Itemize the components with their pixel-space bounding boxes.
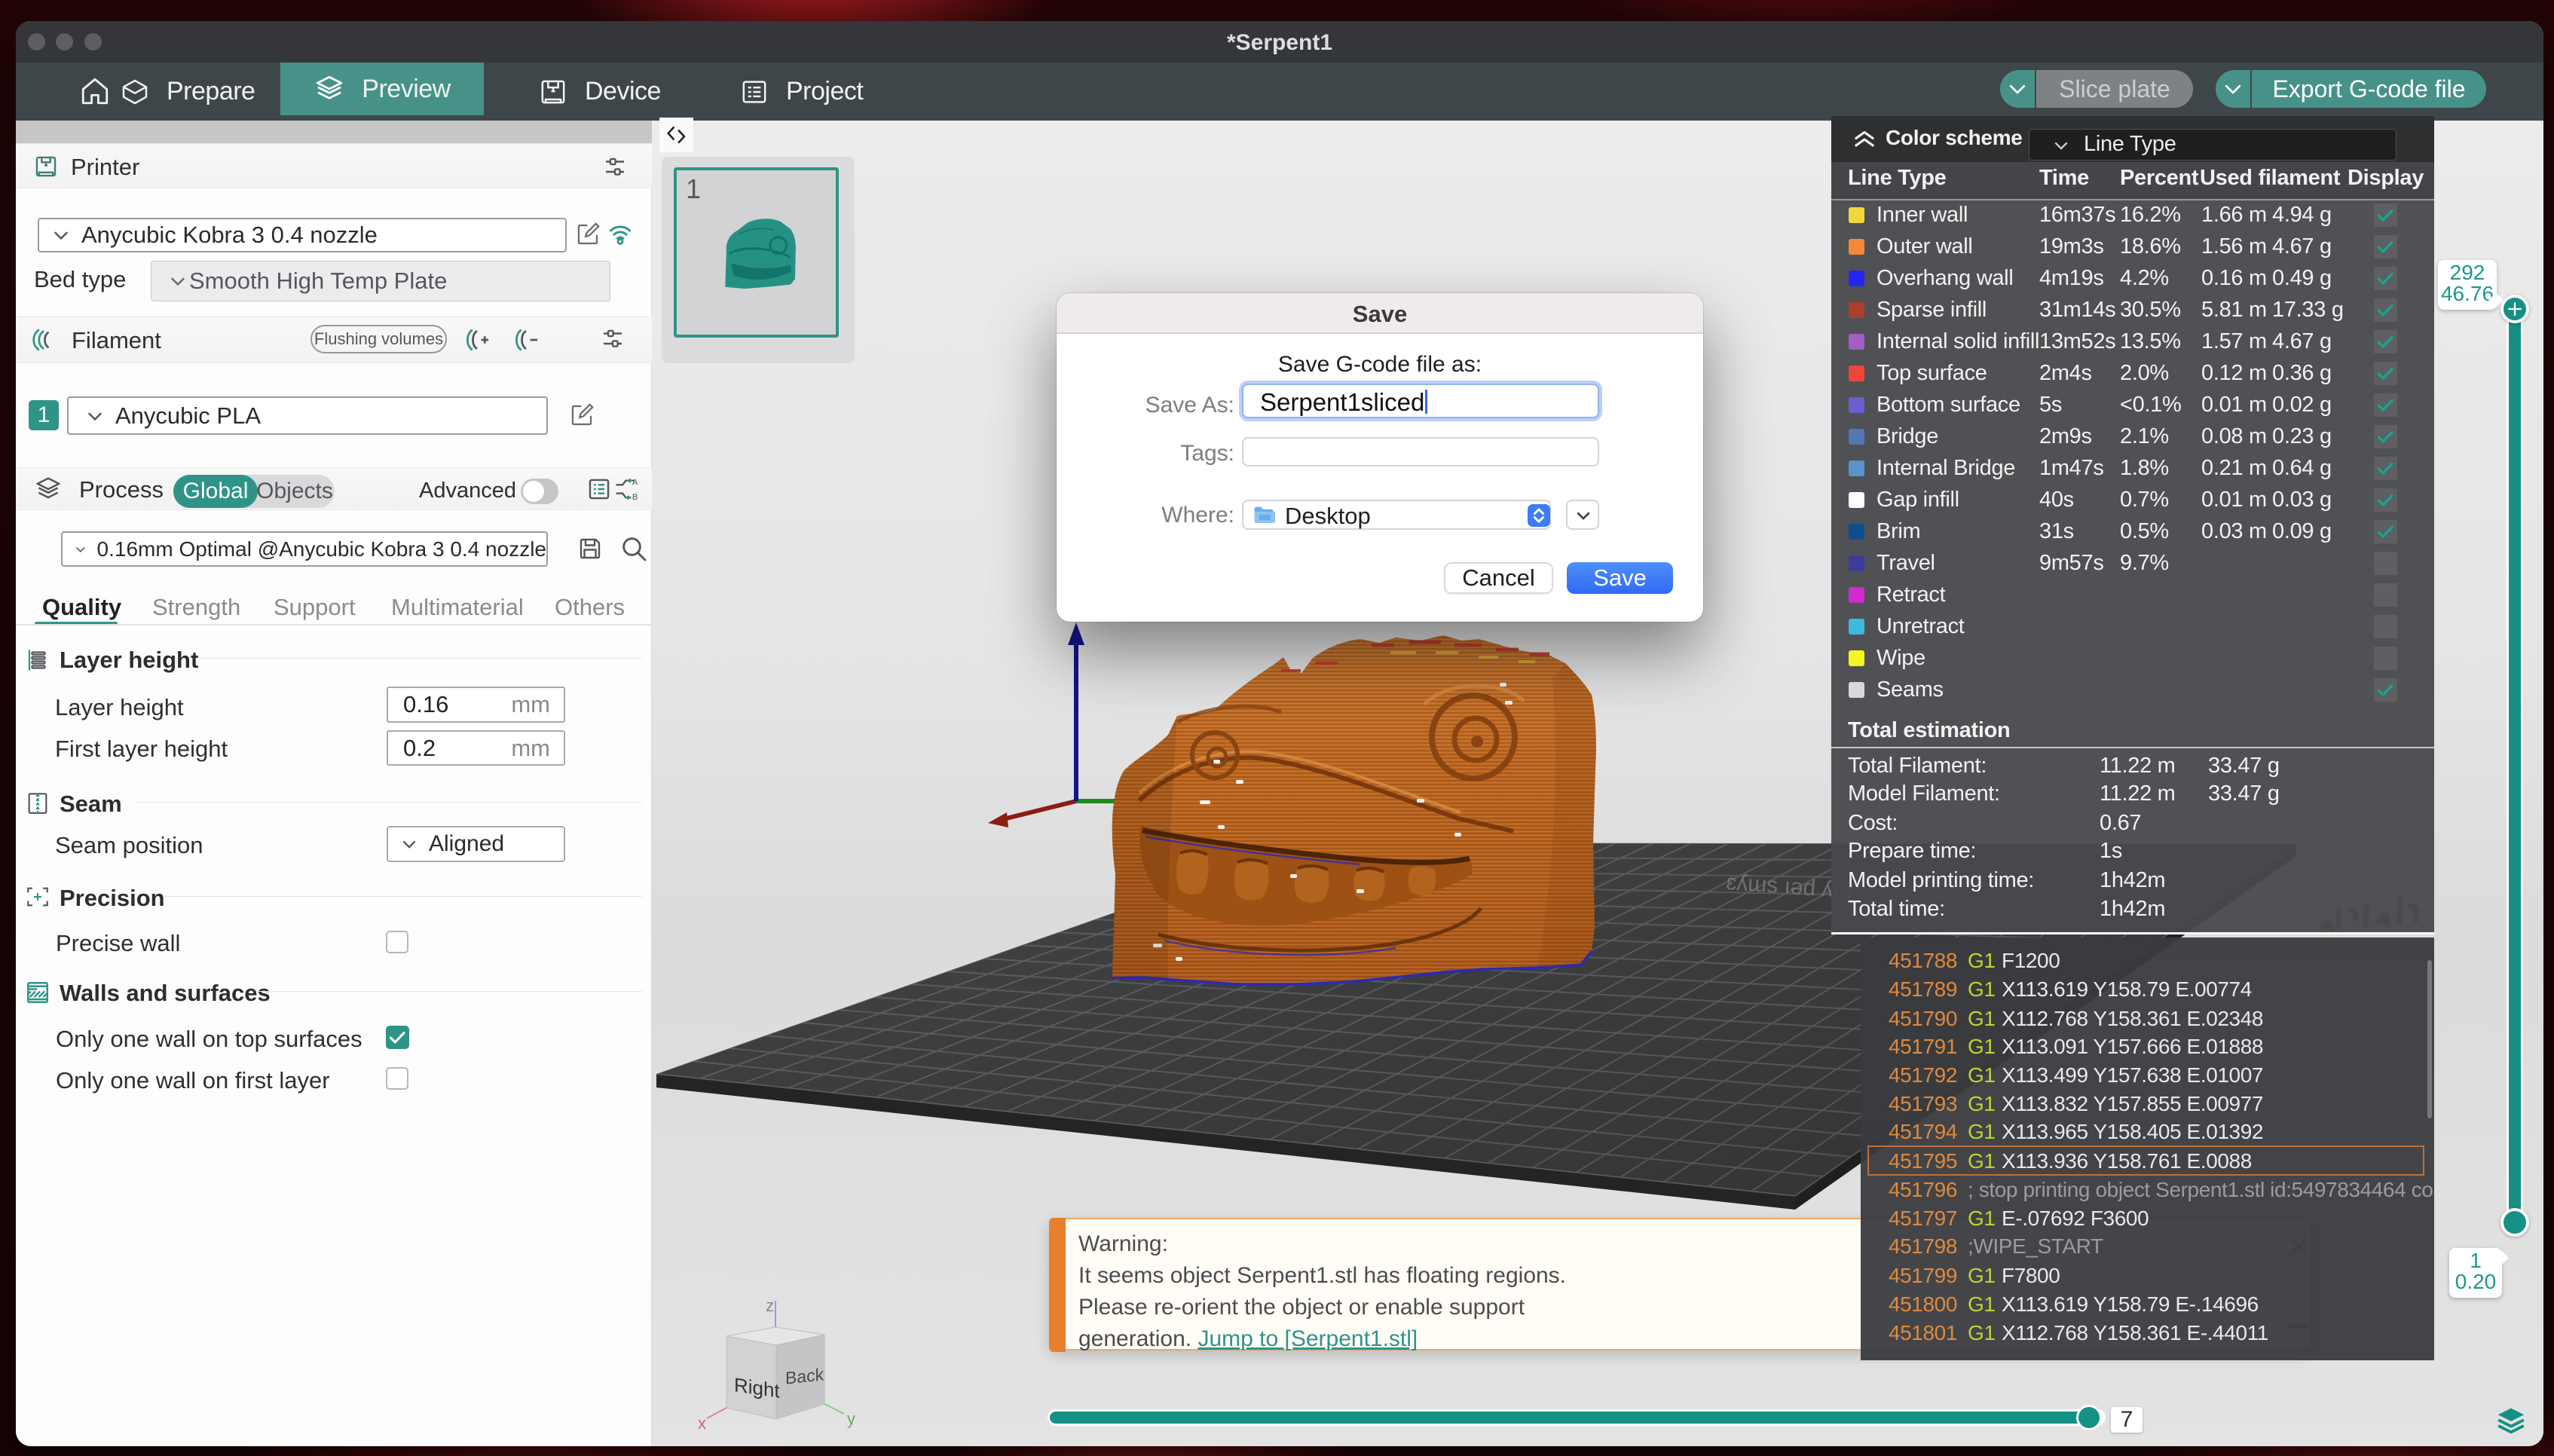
svg-text:Back: Back — [785, 1364, 824, 1387]
svg-text:z: z — [766, 1296, 774, 1315]
svg-text:y: y — [847, 1409, 855, 1428]
svg-text:A: A — [632, 478, 638, 487]
svg-text:B: B — [632, 493, 638, 502]
svg-text:x: x — [698, 1414, 706, 1433]
